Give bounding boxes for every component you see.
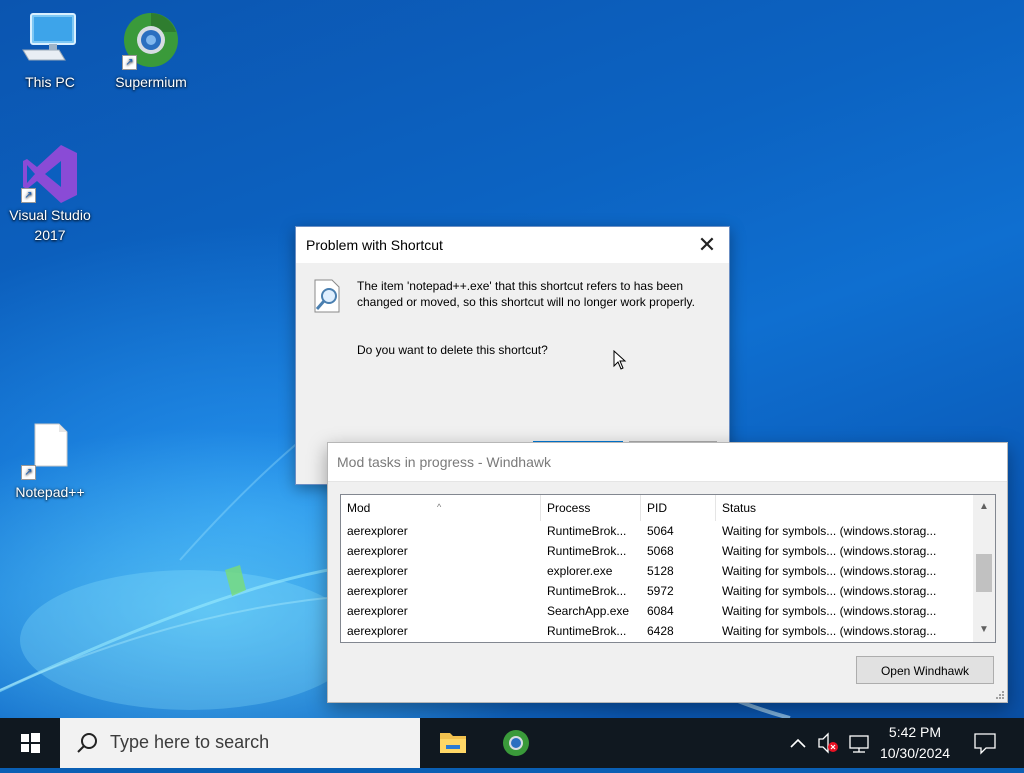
windhawk-titlebar[interactable]: Mod tasks in progress - Windhawk	[328, 443, 1007, 482]
table-row[interactable]: aerexplorer RuntimeBrok... 6428 Waiting …	[341, 621, 971, 641]
status-cell: Waiting for symbols... (windows.storag..…	[722, 524, 937, 538]
show-hidden-icons-button[interactable]	[786, 718, 810, 768]
action-center-button[interactable]	[966, 718, 1006, 768]
shortcut-arrow-icon: ↗	[21, 188, 36, 203]
clock-date: 10/30/2024	[879, 745, 951, 761]
open-windhawk-button[interactable]: Open Windhawk	[856, 656, 994, 684]
pid-cell: 5128	[647, 564, 674, 578]
pid-cell: 5068	[647, 544, 674, 558]
column-header-status[interactable]: Status	[716, 495, 971, 521]
status-cell: Waiting for symbols... (windows.storag..…	[722, 564, 937, 578]
column-label: Mod	[347, 501, 371, 515]
column-header-mod[interactable]: Mod ^	[341, 495, 541, 521]
vertical-scrollbar[interactable]: ▲ ▼	[973, 495, 995, 642]
mouse-pointer-icon	[613, 350, 627, 370]
shortcut-arrow-icon: ↗	[21, 465, 36, 480]
blank-file-icon: ↗	[19, 420, 81, 482]
column-header-pid[interactable]: PID	[641, 495, 716, 521]
scroll-up-icon[interactable]: ▲	[973, 497, 995, 517]
mod-cell: aerexplorer	[347, 564, 408, 578]
supermium-browser-icon: ↗	[120, 10, 182, 72]
icon-label: This PC	[25, 74, 75, 90]
search-document-icon	[314, 279, 340, 313]
pid-cell: 5064	[647, 524, 674, 538]
notification-icon	[974, 733, 996, 755]
dialog-question: Do you want to delete this shortcut?	[357, 343, 548, 357]
dialog-title: Problem with Shortcut	[306, 237, 443, 253]
search-icon	[77, 733, 97, 753]
network-icon	[849, 735, 869, 753]
pid-cell: 6428	[647, 624, 674, 638]
volume-muted-icon	[818, 732, 838, 754]
mod-cell: aerexplorer	[347, 604, 408, 618]
this-pc-desktop-icon[interactable]: This PC	[2, 10, 98, 92]
computer-icon	[19, 10, 81, 72]
status-cell: Waiting for symbols... (windows.storag..…	[722, 604, 937, 618]
taskbar: Type here to search 5:42 PM 10/30/2024	[0, 718, 1024, 768]
status-cell: Waiting for symbols... (windows.storag..…	[722, 584, 937, 598]
list-header: Mod ^ Process PID Status	[341, 495, 971, 521]
column-header-process[interactable]: Process	[541, 495, 641, 521]
supermium-taskbar-button[interactable]	[491, 718, 541, 768]
supermium-browser-icon	[503, 730, 529, 756]
process-cell: RuntimeBrok...	[547, 624, 627, 638]
windhawk-tasks-window[interactable]: Mod tasks in progress - Windhawk Mod ^ P…	[327, 442, 1008, 703]
network-button[interactable]	[845, 718, 873, 768]
pid-cell: 6084	[647, 604, 674, 618]
file-explorer-taskbar-button[interactable]	[428, 718, 478, 768]
volume-button[interactable]	[813, 718, 841, 768]
mod-cell: aerexplorer	[347, 524, 408, 538]
taskbar-clock[interactable]: 5:42 PM 10/30/2024	[870, 722, 960, 764]
icon-label: Notepad++	[15, 484, 85, 500]
start-button[interactable]	[0, 718, 60, 768]
sort-arrow-icon: ^	[437, 502, 442, 512]
dialog-titlebar[interactable]: Problem with Shortcut ✕	[296, 227, 729, 263]
mod-tasks-list[interactable]: Mod ^ Process PID Status aerexplorer Run…	[340, 494, 996, 643]
mod-cell: aerexplorer	[347, 624, 408, 638]
process-cell: RuntimeBrok...	[547, 544, 627, 558]
notepad-plus-plus-desktop-icon[interactable]: ↗ Notepad++	[2, 420, 98, 502]
status-cell: Waiting for symbols... (windows.storag..…	[722, 624, 937, 638]
process-cell: RuntimeBrok...	[547, 524, 627, 538]
column-label: PID	[647, 501, 668, 515]
scrollbar-thumb[interactable]	[976, 554, 992, 592]
clock-time: 5:42 PM	[888, 724, 942, 740]
icon-label: Visual Studio 2017	[9, 207, 91, 243]
close-icon[interactable]: ✕	[685, 227, 729, 263]
status-cell: Waiting for symbols... (windows.storag..…	[722, 544, 937, 558]
mod-cell: aerexplorer	[347, 584, 408, 598]
visual-studio-icon: ↗	[19, 143, 81, 205]
dialog-message: The item 'notepad++.exe' that this short…	[357, 279, 695, 309]
windhawk-title: Mod tasks in progress - Windhawk	[337, 454, 551, 470]
column-label: Status	[722, 501, 757, 515]
table-row[interactable]: aerexplorer RuntimeBrok... 5064 Waiting …	[341, 521, 971, 541]
icon-label: Supermium	[115, 74, 187, 90]
search-placeholder: Type here to search	[110, 732, 270, 752]
scroll-down-icon[interactable]: ▼	[973, 620, 995, 640]
folder-icon	[440, 733, 466, 753]
pid-cell: 5972	[647, 584, 674, 598]
chevron-up-icon	[790, 738, 806, 748]
table-row[interactable]: aerexplorer SearchApp.exe 6084 Waiting f…	[341, 601, 971, 621]
supermium-desktop-icon[interactable]: ↗ Supermium	[103, 10, 199, 92]
windows-logo-icon	[21, 733, 40, 753]
table-row[interactable]: aerexplorer explorer.exe 5128 Waiting fo…	[341, 561, 971, 581]
taskbar-search-box[interactable]: Type here to search	[60, 718, 420, 768]
column-label: Process	[547, 501, 591, 515]
table-row[interactable]: aerexplorer RuntimeBrok... 5972 Waiting …	[341, 581, 971, 601]
table-row[interactable]: aerexplorer RuntimeBrok... 5068 Waiting …	[341, 541, 971, 561]
process-cell: RuntimeBrok...	[547, 584, 627, 598]
resize-grip-icon[interactable]	[995, 690, 1005, 700]
process-cell: SearchApp.exe	[547, 604, 630, 618]
process-cell: explorer.exe	[547, 564, 613, 578]
mod-cell: aerexplorer	[347, 544, 408, 558]
visual-studio-desktop-icon[interactable]: ↗ Visual Studio 2017	[2, 143, 98, 245]
shortcut-arrow-icon: ↗	[122, 55, 137, 70]
